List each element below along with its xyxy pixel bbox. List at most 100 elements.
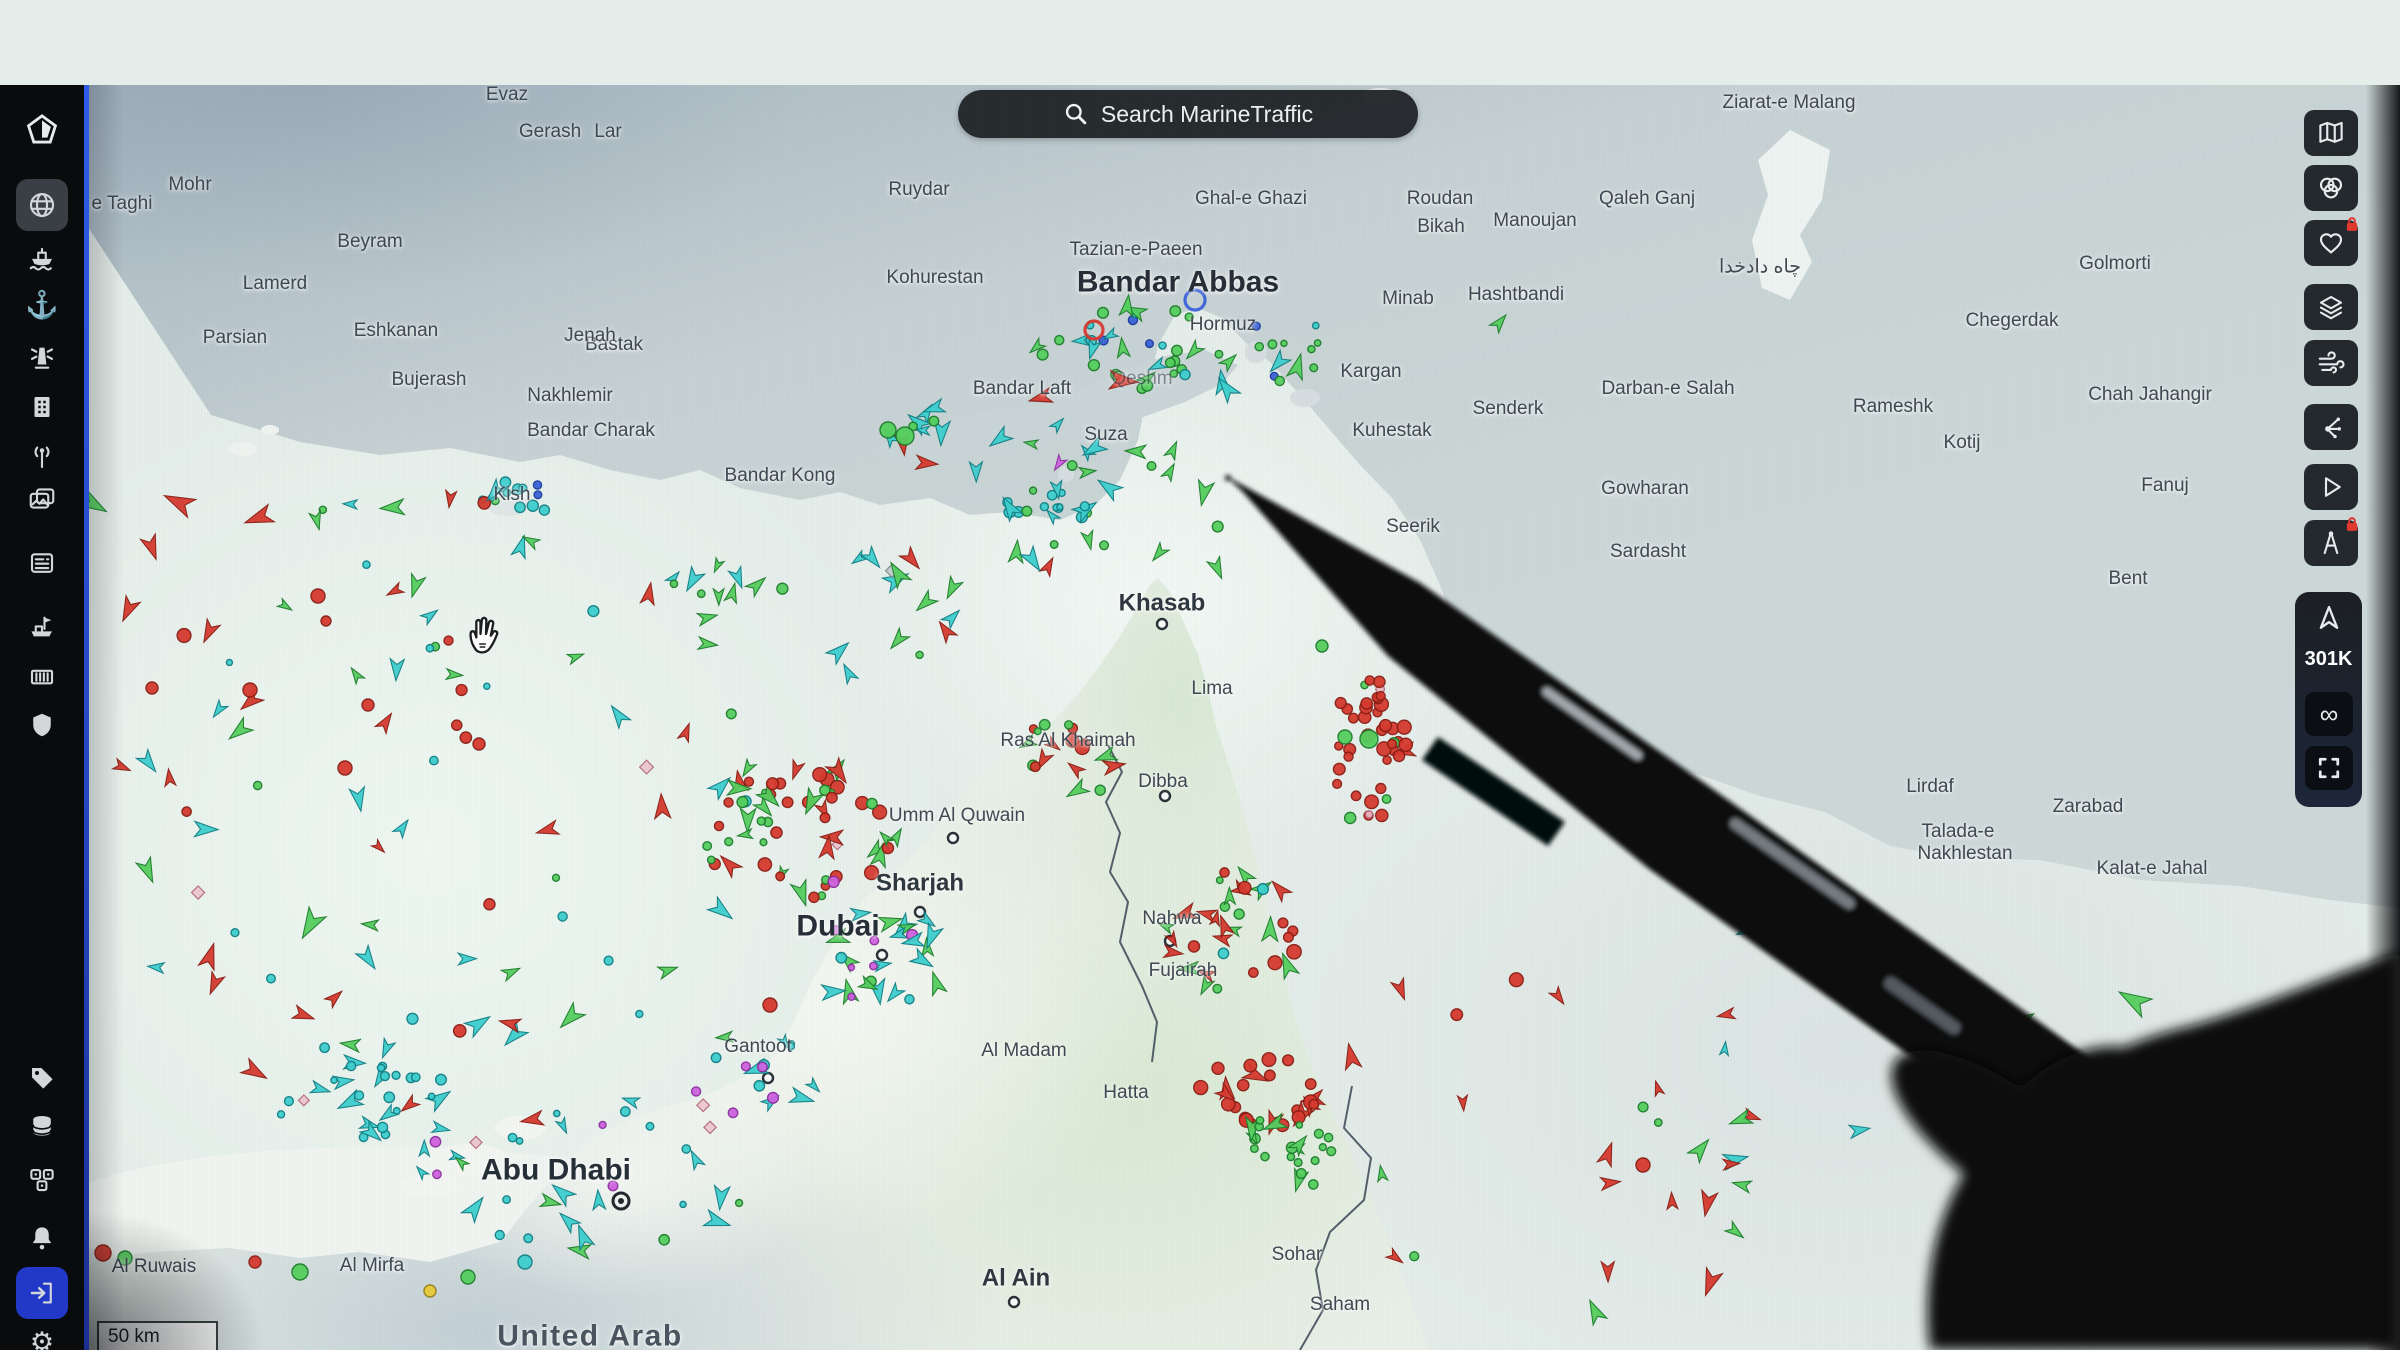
vessel-marker-green[interactable]: [1216, 877, 1223, 884]
vessel-marker-magenta[interactable]: [608, 1181, 618, 1191]
vessel-marker-red[interactable]: [460, 732, 471, 743]
vessel-marker-green[interactable]: [1324, 1133, 1332, 1141]
vessel-marker-red[interactable]: [1309, 1099, 1319, 1109]
vessel-marker-cyan[interactable]: [788, 1043, 794, 1049]
vessel-marker-green[interactable]: [1098, 307, 1109, 318]
vessel-marker-green[interactable]: [880, 422, 896, 438]
vessel-marker-cyan[interactable]: [508, 1133, 516, 1141]
vessel-marker-cyan[interactable]: [1040, 503, 1048, 511]
vessel-marker-red[interactable]: [249, 1256, 261, 1268]
vessel-marker-cyan[interactable]: [588, 606, 599, 617]
vessel-marker-cyan[interactable]: [515, 502, 525, 512]
toolbar-weather-wind-icon[interactable]: [2304, 340, 2358, 386]
vessel-marker-green[interactable]: [1360, 730, 1378, 748]
vessel-marker-green[interactable]: [725, 838, 733, 846]
vessel-marker-blue[interactable]: [534, 491, 542, 499]
vessel-marker-cyan[interactable]: [412, 1073, 420, 1081]
vessel-marker-red[interactable]: [714, 821, 723, 830]
vessel-marker-red[interactable]: [1397, 720, 1411, 734]
toolbar-density-infinity-icon[interactable]: ∞: [2305, 692, 2353, 736]
toolbar-measure-compass-icon[interactable]: [2304, 520, 2358, 566]
vessel-marker-red[interactable]: [771, 827, 782, 838]
vessel-marker-green[interactable]: [1172, 345, 1182, 355]
vessel-marker-green[interactable]: [1338, 730, 1352, 744]
vessel-marker-red[interactable]: [1212, 1062, 1224, 1074]
vessel-marker-cyan[interactable]: [484, 683, 490, 689]
sidebar-item-live-map-globe-icon[interactable]: [16, 179, 68, 231]
vessel-marker-magenta[interactable]: [692, 1087, 701, 1096]
sidebar-item-login-login-icon[interactable]: [16, 1267, 68, 1319]
vessel-marker-red[interactable]: [444, 636, 453, 645]
vessel-marker-green[interactable]: [698, 590, 705, 597]
vessel-marker-red[interactable]: [1333, 763, 1345, 775]
vessel-marker-red[interactable]: [1374, 676, 1385, 687]
vessel-marker-green[interactable]: [670, 580, 677, 587]
vessel-marker-cyan[interactable]: [226, 659, 232, 665]
vessel-marker-green[interactable]: [1100, 541, 1109, 550]
vessel-marker-red[interactable]: [484, 899, 495, 910]
vessel-marker-red[interactable]: [1333, 779, 1342, 788]
vessel-marker-cyan[interactable]: [905, 995, 914, 1004]
vessel-marker-green[interactable]: [1382, 795, 1390, 803]
vessel-marker-red[interactable]: [473, 738, 485, 750]
sidebar-item-data-database-icon[interactable]: [16, 1101, 68, 1153]
vessel-marker-cyan[interactable]: [539, 505, 549, 515]
vessel-marker-red[interactable]: [1238, 1080, 1249, 1091]
vessel-marker-red[interactable]: [820, 813, 830, 823]
vessel-marker-cyan[interactable]: [636, 1010, 643, 1017]
vessel-marker-red[interactable]: [1278, 918, 1288, 928]
vessel-marker-red[interactable]: [1387, 739, 1396, 748]
vessel-marker-cyan[interactable]: [377, 1122, 387, 1132]
vessel-marker-cyan[interactable]: [519, 484, 527, 492]
vessel-marker-blue[interactable]: [533, 481, 541, 489]
vessel-marker-cyan[interactable]: [426, 644, 433, 651]
vessel-marker-green[interactable]: [1213, 984, 1222, 993]
vessel-marker-green[interactable]: [1166, 358, 1176, 368]
vessel-marker-cyan[interactable]: [500, 477, 510, 487]
vessel-marker-green[interactable]: [1638, 1102, 1648, 1112]
vessel-marker-red[interactable]: [1383, 756, 1391, 764]
vessel-marker-red[interactable]: [1451, 1009, 1463, 1021]
vessel-marker-red[interactable]: [1361, 698, 1372, 709]
toolbar-favorites-heart-icon[interactable]: [2304, 220, 2358, 266]
vessel-marker-red[interactable]: [1636, 1158, 1650, 1172]
vessel-marker-red[interactable]: [456, 685, 467, 696]
vessel-marker-red[interactable]: [1249, 968, 1258, 977]
vessel-marker-green[interactable]: [708, 856, 715, 863]
vessel-marker-red[interactable]: [782, 797, 793, 808]
vessel-marker-green[interactable]: [1037, 349, 1048, 360]
vessel-marker-magenta[interactable]: [741, 1062, 750, 1071]
vessel-marker-green[interactable]: [703, 842, 712, 851]
vessel-marker-cyan[interactable]: [711, 1053, 721, 1063]
vessel-marker-cyan[interactable]: [503, 1196, 511, 1204]
vessel-marker-magenta[interactable]: [828, 876, 839, 887]
sidebar-item-companies-building-icon[interactable]: [16, 381, 68, 433]
vessel-marker-magenta[interactable]: [870, 962, 877, 969]
vessel-marker-green[interactable]: [1287, 1153, 1294, 1160]
vessel-marker-green[interactable]: [659, 1235, 669, 1245]
vessel-marker-magenta[interactable]: [728, 1108, 737, 1117]
vessel-marker-magenta[interactable]: [599, 1121, 606, 1128]
vessel-marker-red[interactable]: [1509, 973, 1523, 987]
toolbar-layers-layers-icon[interactable]: [2304, 284, 2358, 330]
vessel-marker-green[interactable]: [1296, 1169, 1306, 1179]
vessel-marker-green[interactable]: [1268, 340, 1277, 349]
vessel-marker-cyan[interactable]: [377, 1064, 384, 1071]
sidebar-item-lights-lighthouse-icon[interactable]: [16, 331, 68, 383]
vessel-marker-green[interactable]: [929, 416, 939, 426]
vessel-marker-red[interactable]: [809, 892, 819, 902]
vessel-marker-green[interactable]: [1296, 1122, 1302, 1128]
vessel-marker-red[interactable]: [1220, 868, 1229, 877]
vessel-marker-cyan[interactable]: [1080, 502, 1089, 511]
vessel-marker-green[interactable]: [777, 583, 788, 594]
vessel-marker-red[interactable]: [1244, 1059, 1257, 1072]
vessel-marker-green[interactable]: [1170, 306, 1181, 317]
vessel-marker-red[interactable]: [321, 616, 331, 626]
vessel-marker-red[interactable]: [182, 807, 191, 816]
vessel-marker-green[interactable]: [760, 839, 767, 846]
vessel-marker-cyan[interactable]: [380, 1072, 389, 1081]
vessel-marker-green[interactable]: [1310, 364, 1318, 372]
vessel-marker-magenta[interactable]: [758, 1062, 768, 1072]
vessel-marker-red[interactable]: [1376, 809, 1388, 821]
vessel-marker-cyan[interactable]: [680, 1201, 686, 1207]
